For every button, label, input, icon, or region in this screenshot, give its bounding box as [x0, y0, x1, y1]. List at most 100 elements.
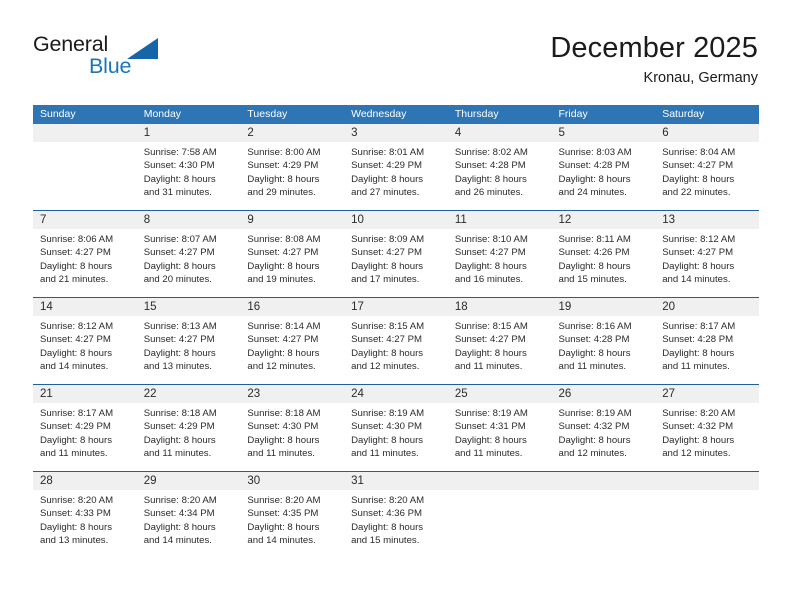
brand-logo[interactable]: General Blue: [33, 33, 163, 81]
calendar-day-cell-empty: [447, 471, 552, 558]
sunset-text: Sunset: 4:30 PM: [143, 160, 215, 172]
calendar-day-cell[interactable]: 20 Sunrise: 8:17 AM Sunset: 4:28 PM Dayligh…: [655, 297, 759, 385]
day-details: Sunrise: 8:11 AM Sunset: 4:26 PM Daylight:…: [552, 229, 656, 297]
weekday-header-thursday: Thursday: [447, 105, 552, 124]
daylight-text-line2: and 12 minutes.: [662, 448, 731, 460]
daylight-text-line1: Daylight: 8 hours: [662, 173, 735, 185]
calendar-day-cell[interactable]: 5 Sunrise: 8:03 AM Sunset: 4:28 PM Daylight…: [551, 124, 656, 211]
calendar-day-cell[interactable]: 9 Sunrise: 8:08 AM Sunset: 4:27 PM Daylight…: [240, 210, 345, 298]
daylight-text-line1: Daylight: 8 hours: [351, 347, 424, 359]
daylight-text-line2: and 11 minutes.: [40, 448, 108, 460]
day-details: Sunrise: 8:20 AM Sunset: 4:33 PM Daylight:…: [33, 490, 137, 558]
day-number: 14: [33, 298, 137, 316]
daylight-text-line2: and 11 minutes.: [454, 361, 523, 373]
calendar-day-cell[interactable]: 24 Sunrise: 8:19 AM Sunset: 4:30 PM Dayligh…: [344, 384, 448, 472]
sunrise-text: Sunrise: 8:20 AM: [143, 495, 217, 506]
sunset-text: Sunset: 4:30 PM: [247, 421, 319, 433]
daylight-text-line1: Daylight: 8 hours: [662, 260, 735, 272]
calendar-day-cell[interactable]: 15 Sunrise: 8:13 AM Sunset: 4:27 PM Dayligh…: [136, 297, 241, 385]
calendar-day-cell[interactable]: 2 Sunrise: 8:00 AM Sunset: 4:29 PM Daylight…: [240, 124, 345, 211]
sunrise-text: Sunrise: 8:18 AM: [247, 408, 321, 419]
day-number: 30: [240, 472, 345, 490]
sunrise-text: Sunrise: 8:19 AM: [558, 408, 632, 419]
calendar-day-cell[interactable]: 28 Sunrise: 8:20 AM Sunset: 4:33 PM Dayligh…: [33, 471, 137, 558]
weekday-header-monday: Monday: [136, 105, 241, 124]
calendar-day-cell[interactable]: 1 Sunrise: 7:58 AM Sunset: 4:30 PM Daylight…: [136, 124, 241, 211]
weekday-header-wednesday: Wednesday: [344, 105, 448, 124]
day-number: 24: [344, 385, 448, 403]
sunset-text: Sunset: 4:28 PM: [558, 160, 630, 172]
calendar-day-cell[interactable]: 14 Sunrise: 8:12 AM Sunset: 4:27 PM Dayligh…: [33, 297, 137, 385]
day-details: Sunrise: 8:16 AM Sunset: 4:28 PM Daylight:…: [552, 316, 656, 384]
calendar-day-cell[interactable]: 4 Sunrise: 8:02 AM Sunset: 4:28 PM Daylight…: [447, 124, 552, 211]
day-details: Sunrise: 8:02 AM Sunset: 4:28 PM Daylight:…: [448, 142, 552, 210]
sunrise-text: Sunrise: 8:19 AM: [351, 408, 425, 419]
calendar-day-cell[interactable]: 31 Sunrise: 8:20 AM Sunset: 4:36 PM Dayligh…: [344, 471, 448, 558]
day-details: Sunrise: 8:13 AM Sunset: 4:27 PM Daylight:…: [137, 316, 241, 384]
calendar-day-cell[interactable]: 6 Sunrise: 8:04 AM Sunset: 4:27 PM Daylight…: [655, 124, 759, 211]
day-number: 19: [551, 298, 656, 316]
daylight-text-line1: Daylight: 8 hours: [143, 521, 216, 533]
daylight-text-line2: and 13 minutes.: [143, 361, 212, 373]
sunrise-text: Sunrise: 8:15 AM: [454, 321, 528, 332]
calendar-day-cell[interactable]: 7 Sunrise: 8:06 AM Sunset: 4:27 PM Daylight…: [33, 210, 137, 298]
sunset-text: Sunset: 4:26 PM: [558, 247, 630, 259]
daylight-text-line1: Daylight: 8 hours: [351, 521, 424, 533]
brand-name-blue: Blue: [89, 54, 132, 78]
calendar-day-cell[interactable]: 12 Sunrise: 8:11 AM Sunset: 4:26 PM Dayligh…: [551, 210, 656, 298]
daylight-text-line2: and 11 minutes.: [454, 448, 523, 460]
daylight-text-line2: and 20 minutes.: [143, 274, 212, 286]
day-details: Sunrise: 8:00 AM Sunset: 4:29 PM Daylight:…: [240, 142, 344, 210]
day-number: 17: [344, 298, 448, 316]
sunrise-text: Sunrise: 8:13 AM: [143, 321, 217, 332]
calendar-day-cell[interactable]: 25 Sunrise: 8:19 AM Sunset: 4:31 PM Dayligh…: [447, 384, 552, 472]
calendar-day-cell[interactable]: 10 Sunrise: 8:09 AM Sunset: 4:27 PM Dayligh…: [344, 210, 448, 298]
calendar-day-cell[interactable]: 3 Sunrise: 8:01 AM Sunset: 4:29 PM Daylight…: [344, 124, 448, 211]
day-number: 6: [655, 124, 759, 142]
sunset-text: Sunset: 4:30 PM: [351, 421, 423, 433]
sunset-text: Sunset: 4:31 PM: [454, 421, 526, 433]
calendar-day-cell-empty: [551, 471, 656, 558]
day-number: 5: [551, 124, 656, 142]
calendar-day-cell[interactable]: 30 Sunrise: 8:20 AM Sunset: 4:35 PM Dayligh…: [240, 471, 345, 558]
daylight-text-line2: and 11 minutes.: [351, 448, 419, 460]
day-details: Sunrise: 8:20 AM Sunset: 4:36 PM Daylight:…: [344, 490, 448, 558]
calendar-day-cell[interactable]: 13 Sunrise: 8:12 AM Sunset: 4:27 PM Dayligh…: [655, 210, 759, 298]
day-number: 8: [136, 211, 241, 229]
weekday-header-row: Sunday Monday Tuesday Wednesday Thursday Frid…: [33, 105, 759, 124]
daylight-text-line2: and 12 minutes.: [247, 361, 316, 373]
calendar-day-cell[interactable]: 21 Sunrise: 8:17 AM Sunset: 4:29 PM Dayligh…: [33, 384, 137, 472]
day-number: 31: [344, 472, 448, 490]
day-number: 1: [136, 124, 241, 142]
day-number: 12: [551, 211, 656, 229]
sunset-text: Sunset: 4:28 PM: [662, 334, 734, 346]
day-details: Sunrise: 8:17 AM Sunset: 4:28 PM Daylight:…: [655, 316, 759, 384]
day-number: 20: [655, 298, 759, 316]
calendar-day-cell[interactable]: 18 Sunrise: 8:15 AM Sunset: 4:27 PM Dayligh…: [447, 297, 552, 385]
day-number: 28: [33, 472, 137, 490]
calendar-day-cell[interactable]: 23 Sunrise: 8:18 AM Sunset: 4:30 PM Dayligh…: [240, 384, 345, 472]
sunset-text: Sunset: 4:27 PM: [454, 334, 526, 346]
calendar-day-cell[interactable]: 26 Sunrise: 8:19 AM Sunset: 4:32 PM Dayligh…: [551, 384, 656, 472]
day-details: Sunrise: 8:19 AM Sunset: 4:31 PM Daylight:…: [448, 403, 552, 471]
calendar-day-cell[interactable]: 8 Sunrise: 8:07 AM Sunset: 4:27 PM Daylight…: [136, 210, 241, 298]
page-subtitle: Kronau, Germany: [643, 70, 758, 86]
weekday-header-tuesday: Tuesday: [240, 105, 345, 124]
sunset-text: Sunset: 4:29 PM: [143, 421, 215, 433]
daylight-text-line1: Daylight: 8 hours: [40, 521, 112, 533]
daylight-text-line2: and 26 minutes.: [454, 187, 524, 199]
calendar-day-cell[interactable]: 17 Sunrise: 8:15 AM Sunset: 4:27 PM Dayligh…: [344, 297, 448, 385]
calendar-day-cell[interactable]: 19 Sunrise: 8:16 AM Sunset: 4:28 PM Dayligh…: [551, 297, 656, 385]
daylight-text-line1: Daylight: 8 hours: [351, 260, 424, 272]
day-number-band-empty: [447, 472, 552, 490]
calendar-day-cell[interactable]: 27 Sunrise: 8:20 AM Sunset: 4:32 PM Dayligh…: [655, 384, 759, 472]
calendar-day-cell[interactable]: 11 Sunrise: 8:10 AM Sunset: 4:27 PM Dayligh…: [447, 210, 552, 298]
calendar-day-cell[interactable]: 29 Sunrise: 8:20 AM Sunset: 4:34 PM Dayligh…: [136, 471, 241, 558]
daylight-text-line1: Daylight: 8 hours: [40, 434, 112, 446]
day-number: 27: [655, 385, 759, 403]
calendar-week-row: 14 Sunrise: 8:12 AM Sunset: 4:27 PM Dayligh…: [33, 297, 759, 385]
calendar-day-cell[interactable]: 22 Sunrise: 8:18 AM Sunset: 4:29 PM Dayligh…: [136, 384, 241, 472]
sunrise-text: Sunrise: 8:01 AM: [351, 147, 425, 158]
calendar-day-cell[interactable]: 16 Sunrise: 8:14 AM Sunset: 4:27 PM Dayligh…: [240, 297, 345, 385]
page-header: General Blue December 2025 Kronau, Germa…: [0, 0, 792, 100]
